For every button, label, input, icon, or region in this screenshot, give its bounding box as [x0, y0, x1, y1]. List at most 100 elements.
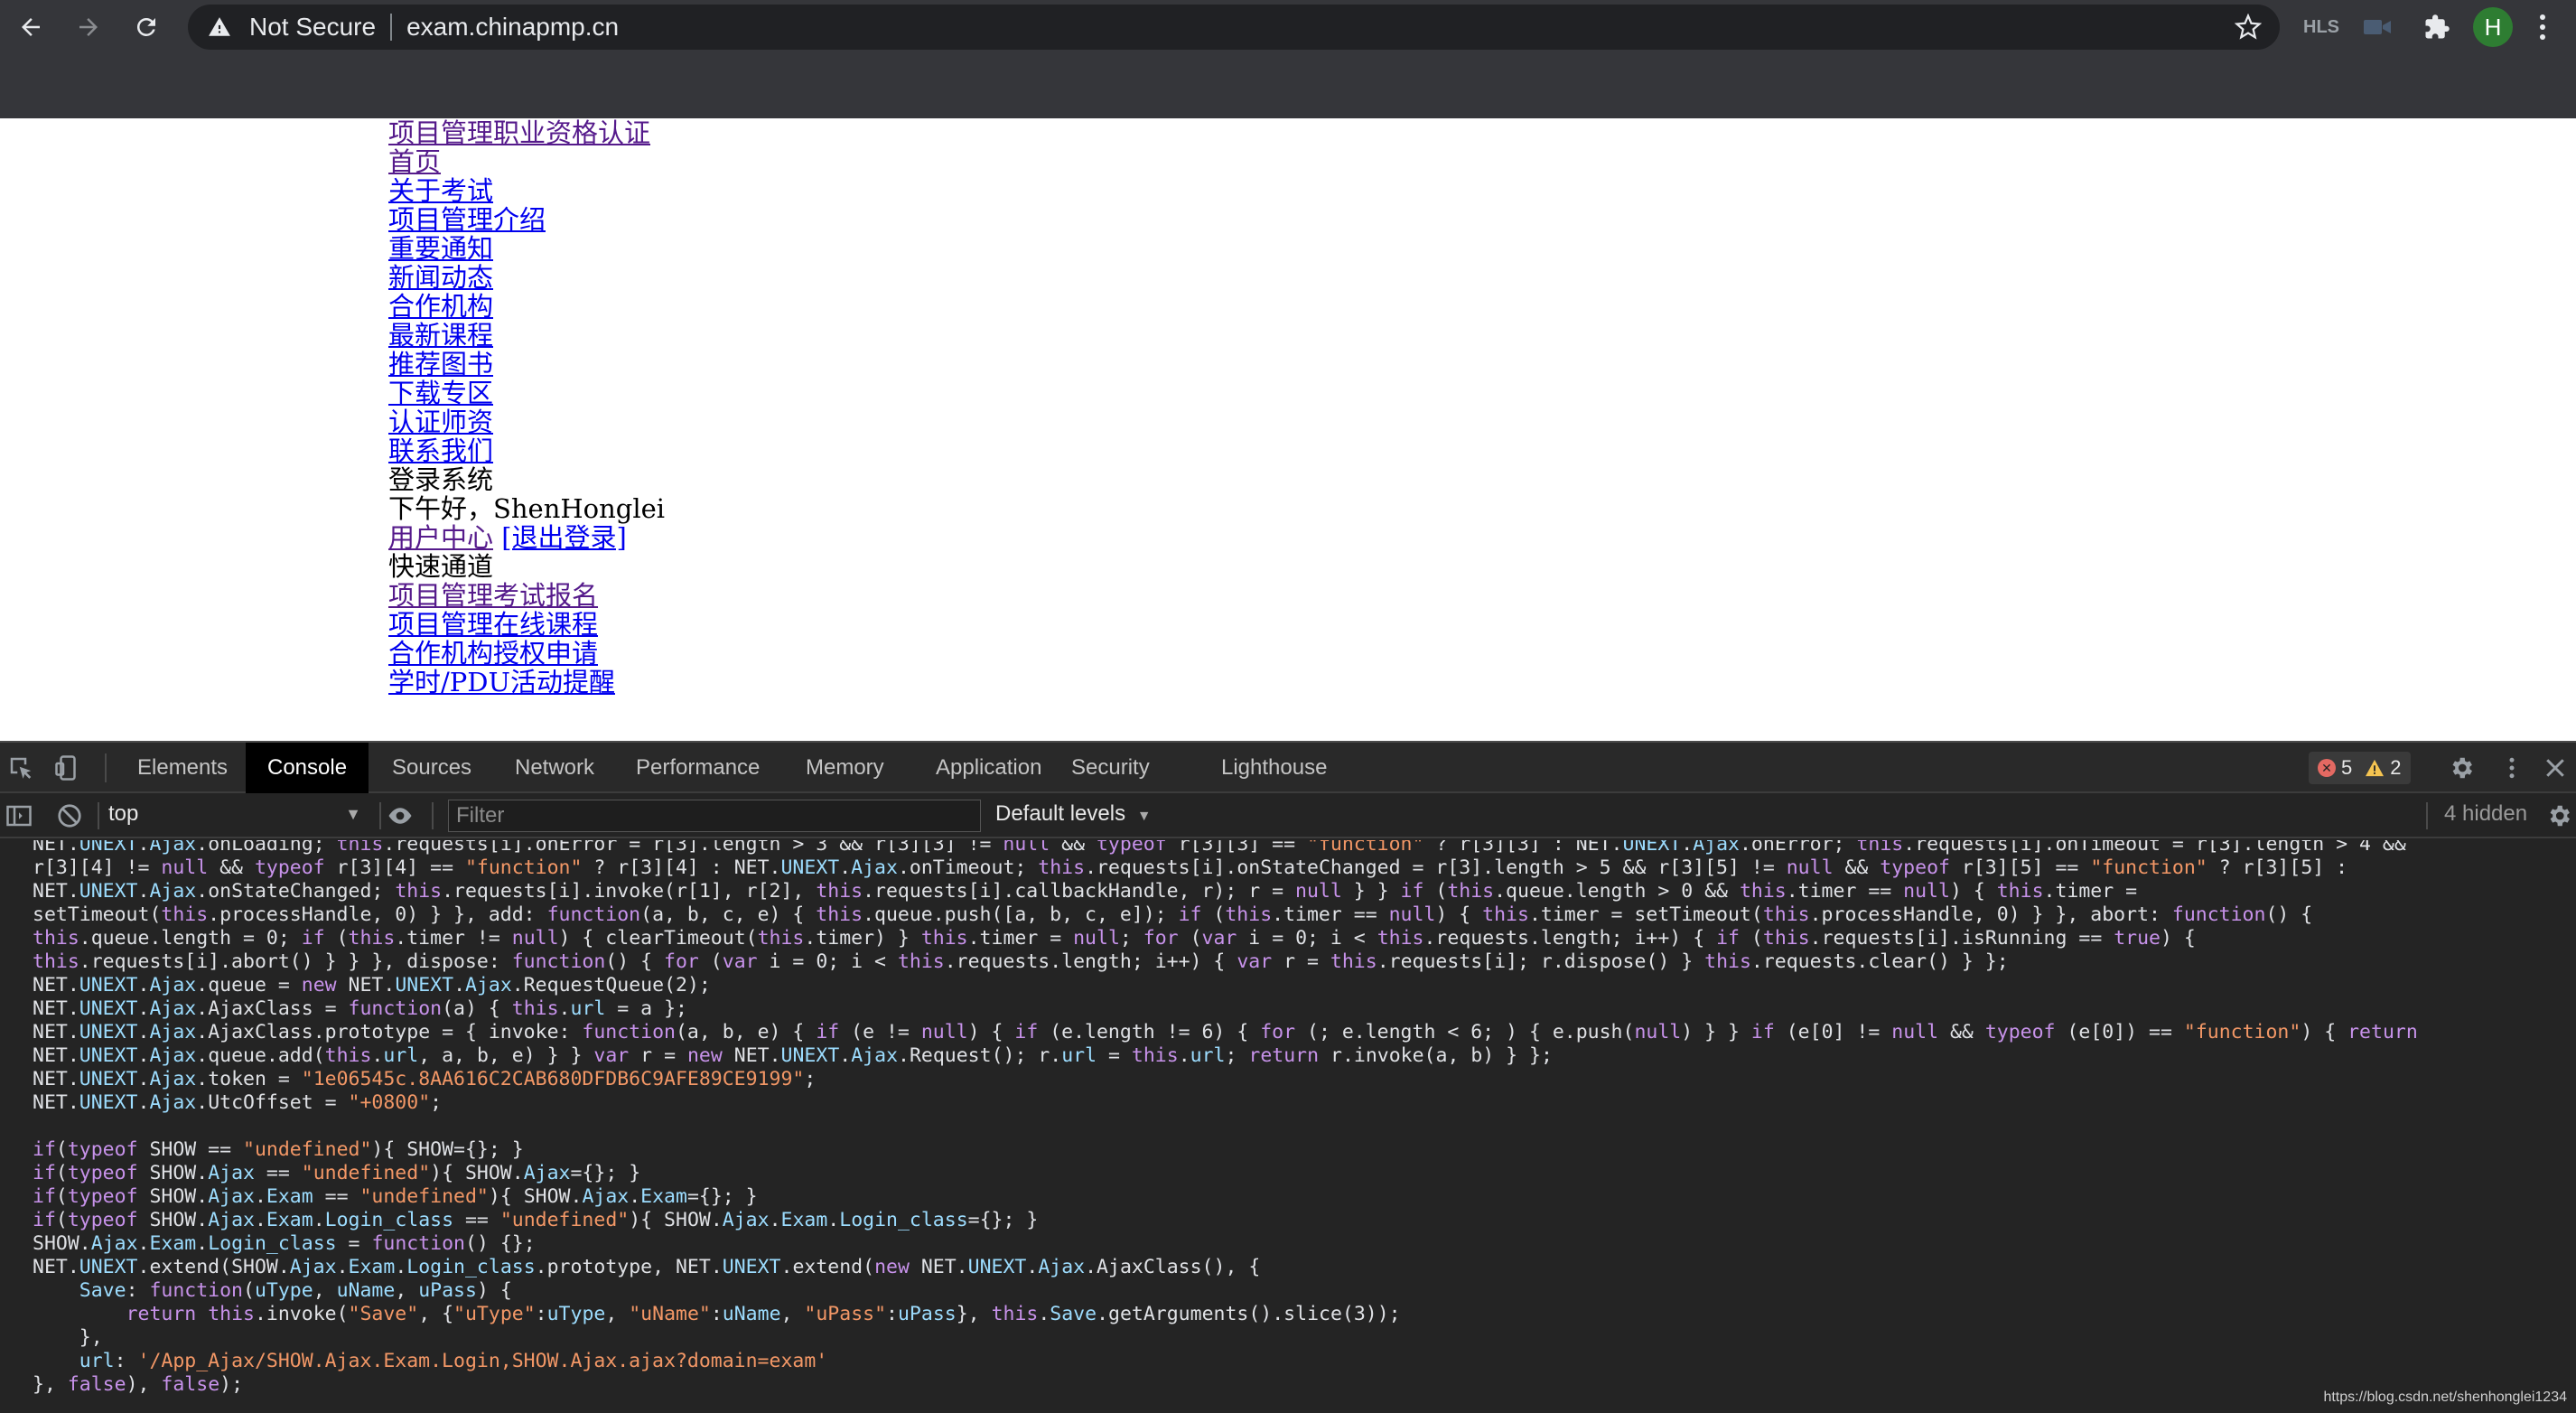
toolbar-divider [379, 802, 381, 829]
forward-arrow-icon [79, 18, 98, 36]
tab-console[interactable]: Console [246, 743, 369, 793]
console-line: r[3][4] != null && typeof r[3][4] == "fu… [33, 856, 2348, 879]
logout-link[interactable]: [退出登录] [501, 522, 627, 553]
address-bar[interactable]: Not Secure exam.chinapmp.cn [188, 5, 2280, 50]
tab-application[interactable]: Application [914, 743, 1063, 793]
profile-avatar[interactable]: H [2473, 7, 2513, 47]
nav-list-row: 项目管理职业资格认证 [388, 118, 665, 147]
console-line: NET.UNEXT.Ajax.onLoading; this.requests[… [33, 840, 2406, 856]
console-line: NET.UNEXT.Ajax.AjaxClass = function(a) {… [33, 997, 687, 1020]
forward-button[interactable] [69, 9, 108, 45]
browser-toolbar: Not Secure exam.chinapmp.cn HLS H [0, 0, 2576, 54]
url-text[interactable]: exam.chinapmp.cn [406, 13, 619, 42]
nav-list-row: 合作机构 [388, 292, 665, 321]
nav-list-row: 最新课程 [388, 321, 665, 350]
nav-list-row: 项目管理在线课程 [388, 610, 665, 639]
device-toolbar-icon[interactable] [54, 754, 81, 781]
extensions-puzzle-icon[interactable] [2421, 13, 2453, 42]
console-toolbar: top ▼ Default levels ▼ 4 hidden [0, 793, 2576, 838]
console-line: if(typeof SHOW.Ajax.Exam == "undefined")… [33, 1185, 758, 1208]
nav-link[interactable]: 项目管理职业资格认证 [388, 118, 650, 148]
nav-link[interactable]: 下载专区 [388, 378, 493, 408]
console-filter-input[interactable] [448, 800, 981, 832]
issue-counter[interactable]: ✕ 5 2 [2309, 752, 2411, 784]
kebab-menu-icon [2540, 14, 2545, 40]
tab-sources[interactable]: Sources [370, 743, 493, 793]
tab-elements[interactable]: Elements [116, 743, 249, 793]
nav-list-row: 下午好，ShenHonglei [388, 494, 665, 523]
live-expression-eye-icon[interactable] [387, 802, 414, 829]
nav-list-row: 推荐图书 [388, 350, 665, 379]
hidden-messages-count: 4 hidden [2444, 801, 2528, 826]
warning-icon [2366, 759, 2385, 777]
console-line: url: '/App_Ajax/SHOW.Ajax.Exam.Login,SHO… [79, 1350, 828, 1372]
error-count: 5 [2341, 756, 2353, 779]
console-line: }, [33, 1326, 103, 1349]
console-line: NET.UNEXT.Ajax.token = "1e06545c.8AA616C… [33, 1068, 817, 1090]
hls-extension-icon[interactable]: HLS [2303, 13, 2339, 42]
nav-list-row: 下载专区 [388, 379, 665, 407]
warning-count: 2 [2390, 756, 2402, 779]
nav-link[interactable]: 合作机构 [388, 291, 493, 322]
nav-link[interactable]: 合作机构授权申请 [388, 638, 598, 669]
context-selector[interactable]: top ▼ [108, 801, 361, 830]
user-center-link[interactable]: 用户中心 [388, 522, 493, 553]
nav-link[interactable]: 关于考试 [388, 175, 493, 206]
reload-button[interactable] [126, 9, 166, 45]
console-line: SHOW.Ajax.Exam.Login_class = function() … [33, 1232, 536, 1255]
devtools-menu-icon[interactable] [2498, 754, 2525, 781]
clear-console-icon[interactable] [56, 802, 83, 829]
tab-lighthouse[interactable]: Lighthouse [1199, 743, 1349, 793]
nav-link[interactable]: 项目管理考试报名 [388, 580, 598, 611]
nav-list-row: 关于考试 [388, 176, 665, 205]
devtools-tab-bar: Elements Console Sources Network Performance… [0, 743, 2576, 793]
console-line: if(typeof SHOW.Ajax == "undefined"){ SHO… [33, 1162, 641, 1184]
nav-list-row: 快速通道 [388, 552, 665, 581]
bookmark-star-icon[interactable] [2235, 14, 2262, 41]
settings-gear-icon[interactable] [2448, 754, 2475, 781]
tab-security[interactable]: Security [1050, 743, 1171, 793]
nav-list-row: 重要通知 [388, 234, 665, 263]
nav-link[interactable]: 最新课程 [388, 320, 493, 351]
console-settings-gear-icon[interactable] [2545, 802, 2572, 829]
nav-link[interactable]: 学时/PDU活动提醒 [388, 667, 615, 697]
inspect-element-icon[interactable] [7, 754, 34, 781]
tab-network[interactable]: Network [493, 743, 616, 793]
tab-performance[interactable]: Performance [614, 743, 781, 793]
security-label[interactable]: Not Secure [249, 13, 376, 42]
nav-link[interactable]: 首页 [388, 146, 441, 177]
chevron-down-icon: ▼ [1136, 809, 1152, 824]
sidebar-toggle-icon[interactable] [5, 802, 33, 829]
user-actions-row: 用户中心 [退出登录] [388, 523, 665, 552]
warning-triangle-icon [209, 17, 230, 36]
console-line: NET.UNEXT.Ajax.AjaxClass.prototype = { i… [33, 1021, 2418, 1043]
browser-menu-icon[interactable] [2529, 13, 2556, 42]
nav-link[interactable]: 重要通知 [388, 233, 493, 264]
nav-link[interactable]: 项目管理介绍 [388, 204, 546, 235]
nav-link[interactable]: 推荐图书 [388, 349, 493, 379]
console-line: NET.UNEXT.Ajax.onStateChanged; this.requ… [33, 880, 2138, 903]
context-value: top [108, 801, 139, 826]
nav-list-row: 学时/PDU活动提醒 [388, 668, 665, 697]
nav-link[interactable]: 项目管理在线课程 [388, 609, 598, 640]
page-viewport: 项目管理职业资格认证 首页 关于考试 项目管理介绍 重要通知 新闻动态 合作机构 最新课程 推荐… [0, 118, 2576, 741]
nav-list-row: 项目管理考试报名 [388, 581, 665, 610]
console-line: NET.UNEXT.Ajax.queue.add(this.url, a, b,… [33, 1044, 1553, 1067]
puzzle-icon [2425, 14, 2450, 39]
static-text: 快速通道 [388, 551, 494, 582]
nav-link[interactable]: 新闻动态 [388, 262, 493, 293]
back-arrow-icon [22, 18, 40, 36]
log-levels-dropdown[interactable]: Default levels ▼ [995, 801, 1152, 827]
console-output[interactable]: NET.UNEXT.Ajax.onLoading; this.requests[… [0, 840, 2576, 1413]
close-devtools-icon[interactable] [2542, 754, 2569, 781]
tab-memory[interactable]: Memory [784, 743, 906, 793]
camera-extension-icon[interactable] [2361, 13, 2394, 42]
console-line: }, false), false); [33, 1373, 244, 1396]
video-camera-icon [2364, 20, 2391, 34]
chevron-down-icon: ▼ [345, 805, 361, 823]
nav-link[interactable]: 联系我们 [388, 435, 493, 466]
nav-link[interactable]: 认证师资 [388, 407, 493, 437]
nav-list-row: 联系我们 [388, 436, 665, 465]
back-button[interactable] [11, 9, 51, 45]
